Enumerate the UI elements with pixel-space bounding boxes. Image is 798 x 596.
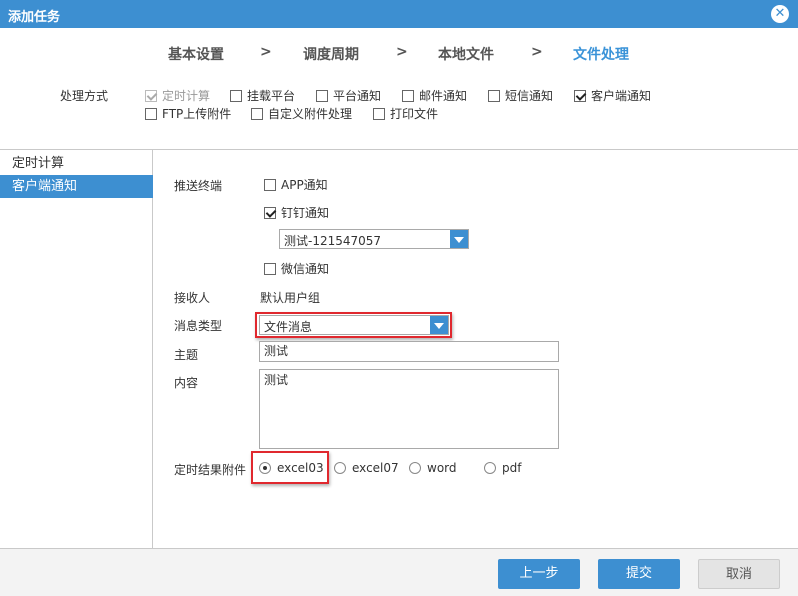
checkbox-icon[interactable] <box>264 178 276 191</box>
checkbox-icon[interactable] <box>316 89 328 102</box>
option-app-notify[interactable]: APP通知 <box>264 176 328 193</box>
highlight-box <box>255 312 452 338</box>
option-print-file[interactable]: 打印文件 <box>373 105 438 122</box>
receiver-value: 默认用户组 <box>260 291 321 305</box>
option-platform-notify[interactable]: 平台通知 <box>316 87 381 104</box>
step-separator: > <box>531 44 543 60</box>
checkbox-icon[interactable] <box>230 89 242 102</box>
checkbox-icon[interactable] <box>145 107 157 120</box>
window-title: 添加任务 <box>8 10 61 25</box>
step-separator: > <box>260 44 272 60</box>
radio-icon[interactable] <box>409 462 421 474</box>
processing-method-label: 处理方式 <box>60 89 109 103</box>
close-icon[interactable]: ✕ <box>771 5 789 23</box>
checkbox-icon[interactable] <box>488 89 500 102</box>
content-textarea[interactable]: 测试 <box>259 369 559 449</box>
checkbox-icon[interactable] <box>373 107 385 120</box>
option-mount-platform[interactable]: 挂载平台 <box>230 87 295 104</box>
radio-icon[interactable] <box>334 462 346 474</box>
submit-button[interactable]: 提交 <box>598 559 680 589</box>
radio-pdf[interactable]: pdf <box>484 461 521 475</box>
radio-excel07[interactable]: excel07 <box>334 461 399 475</box>
step-schedule[interactable]: 调度周期 <box>303 44 359 64</box>
title-bar: 添加任务 ✕ <box>0 0 798 28</box>
option-ftp-upload[interactable]: FTP上传附件 <box>145 105 231 122</box>
checkbox-icon[interactable] <box>574 89 586 102</box>
option-custom-attachment[interactable]: 自定义附件处理 <box>251 105 352 122</box>
chevron-down-icon[interactable] <box>450 230 468 248</box>
checkbox-icon[interactable] <box>251 107 263 120</box>
checkbox-icon <box>145 89 157 102</box>
sidebar-item-scheduled-calc[interactable]: 定时计算 <box>0 152 153 175</box>
option-client-notify[interactable]: 客户端通知 <box>574 87 651 104</box>
push-terminal-label: 推送终端 <box>174 179 223 193</box>
subject-label: 主题 <box>174 348 199 362</box>
step-basic-settings[interactable]: 基本设置 <box>168 44 224 64</box>
sidebar: 定时计算 客户端通知 <box>0 150 153 548</box>
footer: 上一步 提交 取消 <box>0 549 798 596</box>
option-scheduled-calc: 定时计算 <box>145 87 210 104</box>
receiver-label: 接收人 <box>174 291 211 305</box>
radio-word[interactable]: word <box>409 461 457 475</box>
cancel-button[interactable]: 取消 <box>698 559 780 589</box>
sidebar-item-client-notify[interactable]: 客户端通知 <box>0 175 153 198</box>
option-email-notify[interactable]: 邮件通知 <box>402 87 467 104</box>
prev-button[interactable]: 上一步 <box>498 559 580 589</box>
radio-icon[interactable] <box>484 462 496 474</box>
checkbox-icon[interactable] <box>264 262 276 275</box>
option-sms-notify[interactable]: 短信通知 <box>488 87 553 104</box>
attachment-label: 定时结果附件 <box>174 463 247 477</box>
dingtalk-group-select[interactable]: 测试-121547057 <box>279 229 469 249</box>
step-separator: > <box>396 44 408 60</box>
subject-input[interactable]: 测试 <box>259 341 559 362</box>
message-type-label: 消息类型 <box>174 319 223 333</box>
checkbox-icon[interactable] <box>402 89 414 102</box>
content-label: 内容 <box>174 376 199 390</box>
option-wechat-notify[interactable]: 微信通知 <box>264 260 329 277</box>
wizard-steps: 基本设置 > 调度周期 > 本地文件 > 文件处理 <box>0 44 798 64</box>
option-dingtalk-notify[interactable]: 钉钉通知 <box>264 204 329 221</box>
step-local-file[interactable]: 本地文件 <box>438 44 494 64</box>
step-file-processing[interactable]: 文件处理 <box>573 44 629 64</box>
highlight-box <box>251 451 329 484</box>
checkbox-icon[interactable] <box>264 206 276 219</box>
